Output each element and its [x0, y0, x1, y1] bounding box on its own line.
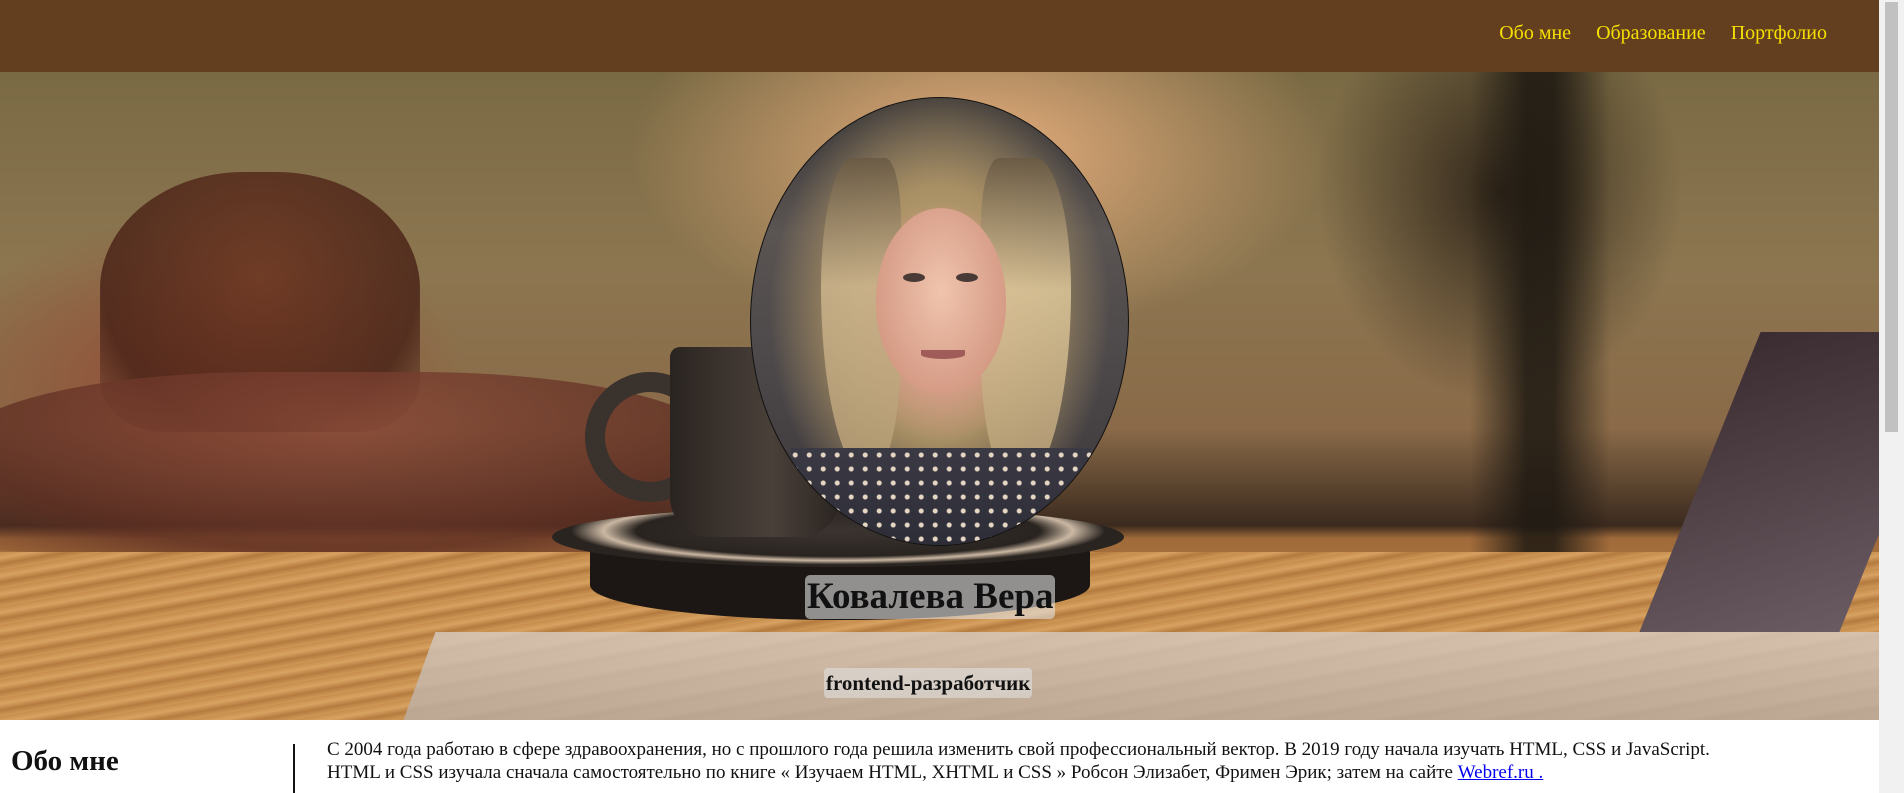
scrollbar-thumb[interactable]: [1885, 2, 1898, 432]
hero-background-laptop: [384, 632, 1879, 720]
profile-title: frontend-разработчик: [824, 668, 1033, 698]
about-section: Обо мне С 2004 года работаю в сфере здра…: [0, 720, 1879, 793]
avatar-shirt: [791, 448, 1091, 545]
nav-link-education[interactable]: Образование: [1596, 22, 1706, 45]
avatar-eye-right: [956, 273, 978, 282]
about-divider: [293, 744, 295, 793]
profile-name: Ковалева Вера: [805, 575, 1056, 619]
main-nav: Обо мне Образование Портфолио: [1499, 22, 1827, 45]
about-text: С 2004 года работаю в сфере здравоохране…: [327, 738, 1747, 784]
top-navigation-bar: Обо мне Образование Портфолио: [0, 0, 1879, 72]
avatar-mouth: [921, 350, 965, 359]
avatar-face: [876, 208, 1006, 393]
hero-background-pillar: [1470, 72, 1610, 552]
nav-link-about[interactable]: Обо мне: [1499, 22, 1571, 45]
page: Обо мне Образование Портфолио Ковалева В…: [0, 0, 1904, 793]
hero-background-laptop-screen: [1639, 332, 1879, 632]
avatar-eye-left: [903, 273, 925, 282]
nav-link-portfolio[interactable]: Портфолио: [1731, 22, 1827, 45]
about-heading: Обо мне: [11, 745, 119, 777]
avatar: [750, 97, 1129, 546]
webref-link[interactable]: Webref.ru .: [1458, 762, 1544, 783]
page-scrollbar[interactable]: [1879, 0, 1904, 793]
